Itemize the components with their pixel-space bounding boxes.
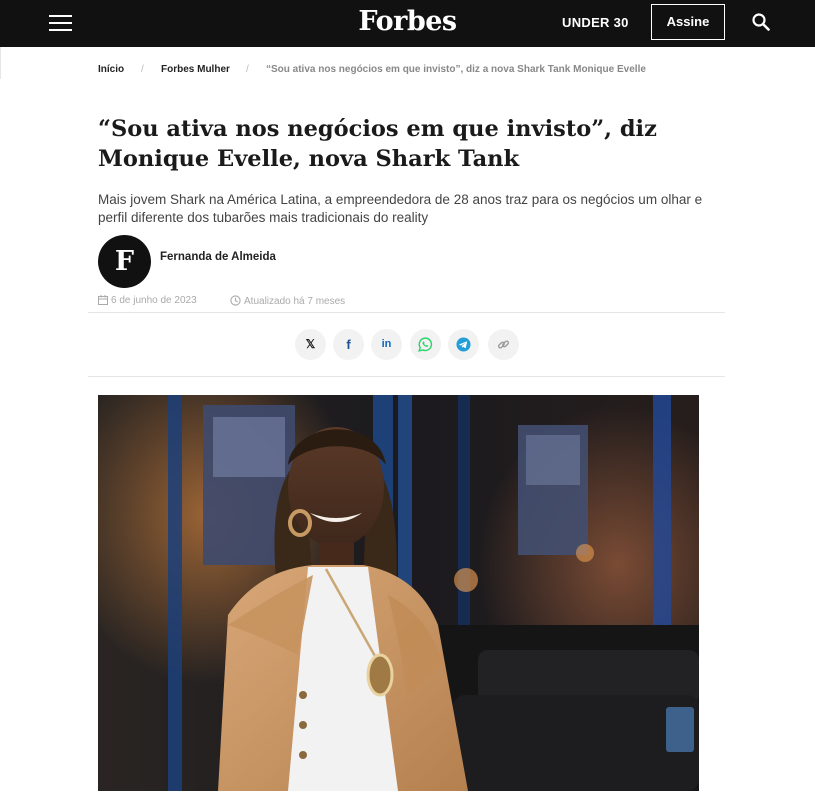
- updated-time: Atualizado há 7 meses: [230, 295, 345, 309]
- x-icon: 𝕏: [305, 337, 316, 351]
- article-subtitle: Mais jovem Shark na América Latina, a em…: [98, 192, 703, 225]
- link-icon: [497, 340, 510, 349]
- publish-date-text: 6 de junho de 2023: [111, 295, 197, 306]
- article-title: “Sou ativa nos negócios em que invisto”,…: [98, 116, 657, 172]
- breadcrumb-home[interactable]: Início: [98, 64, 124, 75]
- under30-link[interactable]: UNDER 30: [562, 15, 629, 30]
- site-header: Forbes UNDER 30 Assine: [0, 0, 815, 47]
- breadcrumb-forbes-mulher[interactable]: Forbes Mulher: [161, 64, 230, 75]
- divider: [0, 47, 1, 79]
- author-name[interactable]: Fernanda de Almeida: [160, 251, 276, 263]
- copy-link-button[interactable]: [488, 329, 519, 360]
- breadcrumb-current: “Sou ativa nos negócios em que invisto”,…: [266, 64, 646, 75]
- search-icon[interactable]: [752, 13, 770, 31]
- breadcrumb-separator: /: [246, 64, 249, 75]
- author-avatar[interactable]: F: [98, 235, 151, 288]
- share-facebook-button[interactable]: f: [333, 329, 364, 360]
- telegram-icon: [456, 337, 471, 352]
- share-telegram-button[interactable]: [448, 329, 479, 360]
- clock-icon: [230, 295, 241, 309]
- divider: [88, 376, 725, 377]
- publish-date: 6 de junho de 2023: [98, 295, 197, 308]
- article-hero-photo: [98, 395, 699, 791]
- breadcrumb-separator: /: [141, 64, 144, 75]
- facebook-icon: f: [346, 337, 351, 352]
- share-linkedin-button[interactable]: in: [371, 329, 402, 360]
- calendar-icon: [98, 295, 108, 308]
- updated-time-text: Atualizado há 7 meses: [244, 296, 346, 307]
- share-x-button[interactable]: 𝕏: [295, 329, 326, 360]
- linkedin-icon: in: [381, 338, 392, 350]
- whatsapp-icon: [418, 337, 433, 352]
- divider: [88, 312, 725, 313]
- subscribe-button[interactable]: Assine: [651, 4, 725, 40]
- share-whatsapp-button[interactable]: [410, 329, 441, 360]
